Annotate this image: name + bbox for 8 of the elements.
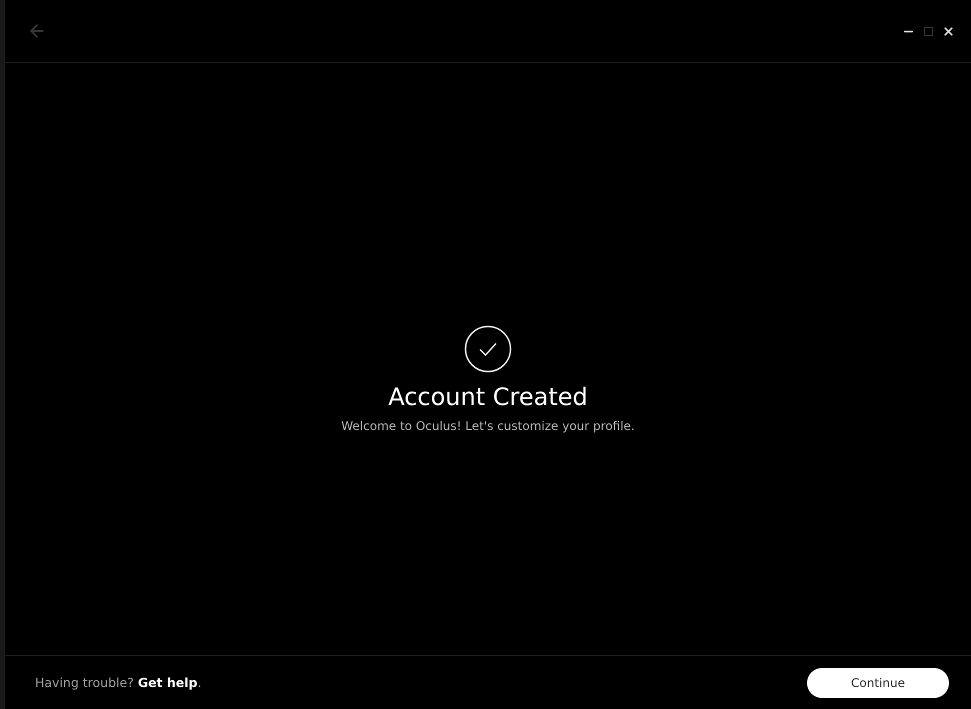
help-text: Having trouble? Get help. bbox=[35, 675, 202, 690]
maximize-icon bbox=[923, 26, 934, 36]
page-title: Account Created bbox=[388, 383, 588, 411]
welcome-message: Welcome to Oculus! Let's customize your profile. bbox=[341, 419, 635, 433]
get-help-link[interactable]: Get help bbox=[138, 675, 198, 690]
checkmark-icon bbox=[464, 325, 512, 373]
close-icon bbox=[942, 24, 955, 38]
continue-button[interactable]: Continue bbox=[807, 668, 949, 698]
